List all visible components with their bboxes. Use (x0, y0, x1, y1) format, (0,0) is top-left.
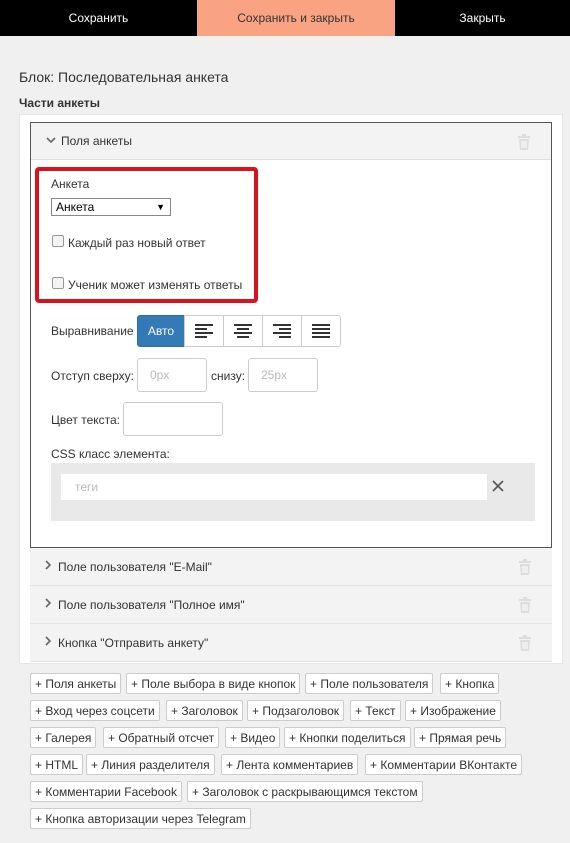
tags-input[interactable]: теги (61, 474, 487, 500)
parts-title: Части анкеты (19, 96, 100, 110)
add-button-button[interactable]: + Кнопка (440, 673, 500, 694)
dropdown-arrow-icon: ▼ (156, 202, 165, 212)
add-survey-fields-button[interactable]: + Поля анкеты (30, 673, 122, 694)
trash-icon[interactable] (518, 597, 532, 613)
align-justify-icon (312, 324, 330, 338)
add-image-button[interactable]: + Изображение (405, 700, 501, 721)
align-center-icon (234, 324, 252, 338)
can-edit-checkbox[interactable] (52, 277, 64, 289)
margin-top-input[interactable]: 0px (137, 358, 207, 392)
save-button[interactable]: Сохранить (0, 0, 197, 36)
panel-email-field[interactable]: Поле пользователя "E-Mail" (30, 548, 552, 586)
add-vk-comments-button[interactable]: + Комментарии ВКонтакте (365, 754, 523, 775)
text-color-input[interactable] (123, 402, 223, 436)
chevron-down-icon[interactable] (43, 135, 59, 147)
chevron-right-icon[interactable] (40, 636, 56, 649)
add-telegram-auth-button[interactable]: + Кнопка авторизации через Telegram (30, 808, 251, 829)
new-answer-label: Каждый раз новый ответ (68, 236, 206, 250)
close-icon[interactable] (492, 480, 504, 496)
can-edit-label: Ученик может изменять ответы (68, 278, 243, 292)
add-html-button[interactable]: + HTML (30, 754, 84, 775)
trash-icon[interactable] (518, 635, 532, 651)
align-button-group: Авто (137, 315, 341, 347)
align-auto-button[interactable]: Авто (137, 315, 185, 347)
align-right-button[interactable] (262, 315, 302, 347)
add-gallery-button[interactable]: + Галерея (30, 727, 97, 748)
add-social-login-button[interactable]: + Вход через соцсети (30, 700, 160, 721)
add-choice-buttons-field-button[interactable]: + Поле выбора в виде кнопок (126, 673, 301, 694)
margin-bottom-input[interactable]: 25px (248, 358, 318, 392)
panel-submit-button[interactable]: Кнопка "Отправить анкету" (30, 624, 552, 662)
save-and-close-button[interactable]: Сохранить и закрыть (197, 0, 395, 36)
panel-title: Поле пользователя "Полное имя" (58, 597, 245, 612)
close-button[interactable]: Закрыть (395, 0, 570, 36)
align-justify-button[interactable] (301, 315, 341, 347)
text-color-label: Цвет текста: (51, 413, 121, 427)
block-title: Блок: Последовательная анкета (19, 69, 229, 85)
panel-fullname-field[interactable]: Поле пользователя "Полное имя" (30, 586, 552, 624)
add-facebook-comments-button[interactable]: + Комментарии Facebook (30, 781, 182, 802)
panel-title: Поле пользователя "E-Mail" (58, 559, 212, 574)
add-heading-button[interactable]: + Заголовок (166, 700, 243, 721)
add-share-buttons-button[interactable]: + Кнопки поделиться (284, 727, 411, 748)
align-left-button[interactable] (184, 315, 224, 347)
add-divider-button[interactable]: + Линия разделителя (86, 754, 215, 775)
panel-title: Поля анкеты (61, 134, 132, 148)
add-countdown-button[interactable]: + Обратный отсчет (103, 727, 220, 748)
add-video-button[interactable]: + Видео (225, 727, 281, 748)
trash-icon[interactable] (518, 559, 532, 575)
margin-top-label: Отступ сверху: (51, 369, 134, 383)
new-answer-checkbox[interactable] (52, 235, 64, 247)
survey-select-value: Анкета (56, 200, 95, 214)
panel-title: Кнопка "Отправить анкету" (58, 635, 209, 650)
add-subheading-button[interactable]: + Подзаголовок (247, 700, 345, 721)
add-text-button[interactable]: + Текст (350, 700, 401, 721)
add-quote-button[interactable]: + Прямая речь (414, 727, 507, 748)
css-class-label: CSS класс элемента: (51, 447, 170, 461)
top-toolbar: Сохранить Сохранить и закрыть Закрыть (0, 0, 570, 36)
trash-icon[interactable] (517, 134, 531, 150)
add-expandable-heading-button[interactable]: + Заголовок с раскрывающимся текстом (187, 781, 423, 802)
align-center-button[interactable] (223, 315, 263, 347)
margin-bottom-label: снизу: (211, 369, 246, 383)
panel-header[interactable]: Поля анкеты (31, 123, 551, 160)
add-comments-feed-button[interactable]: + Лента комментариев (221, 754, 359, 775)
survey-label: Анкета (51, 177, 90, 191)
chevron-right-icon[interactable] (40, 598, 56, 611)
survey-select[interactable]: Анкета ▼ (51, 198, 171, 216)
align-right-icon (273, 324, 291, 338)
align-label: Выравнивание (51, 324, 134, 338)
add-user-field-button[interactable]: + Поле пользователя (305, 673, 434, 694)
align-left-icon (195, 324, 213, 338)
chevron-right-icon[interactable] (40, 560, 56, 573)
